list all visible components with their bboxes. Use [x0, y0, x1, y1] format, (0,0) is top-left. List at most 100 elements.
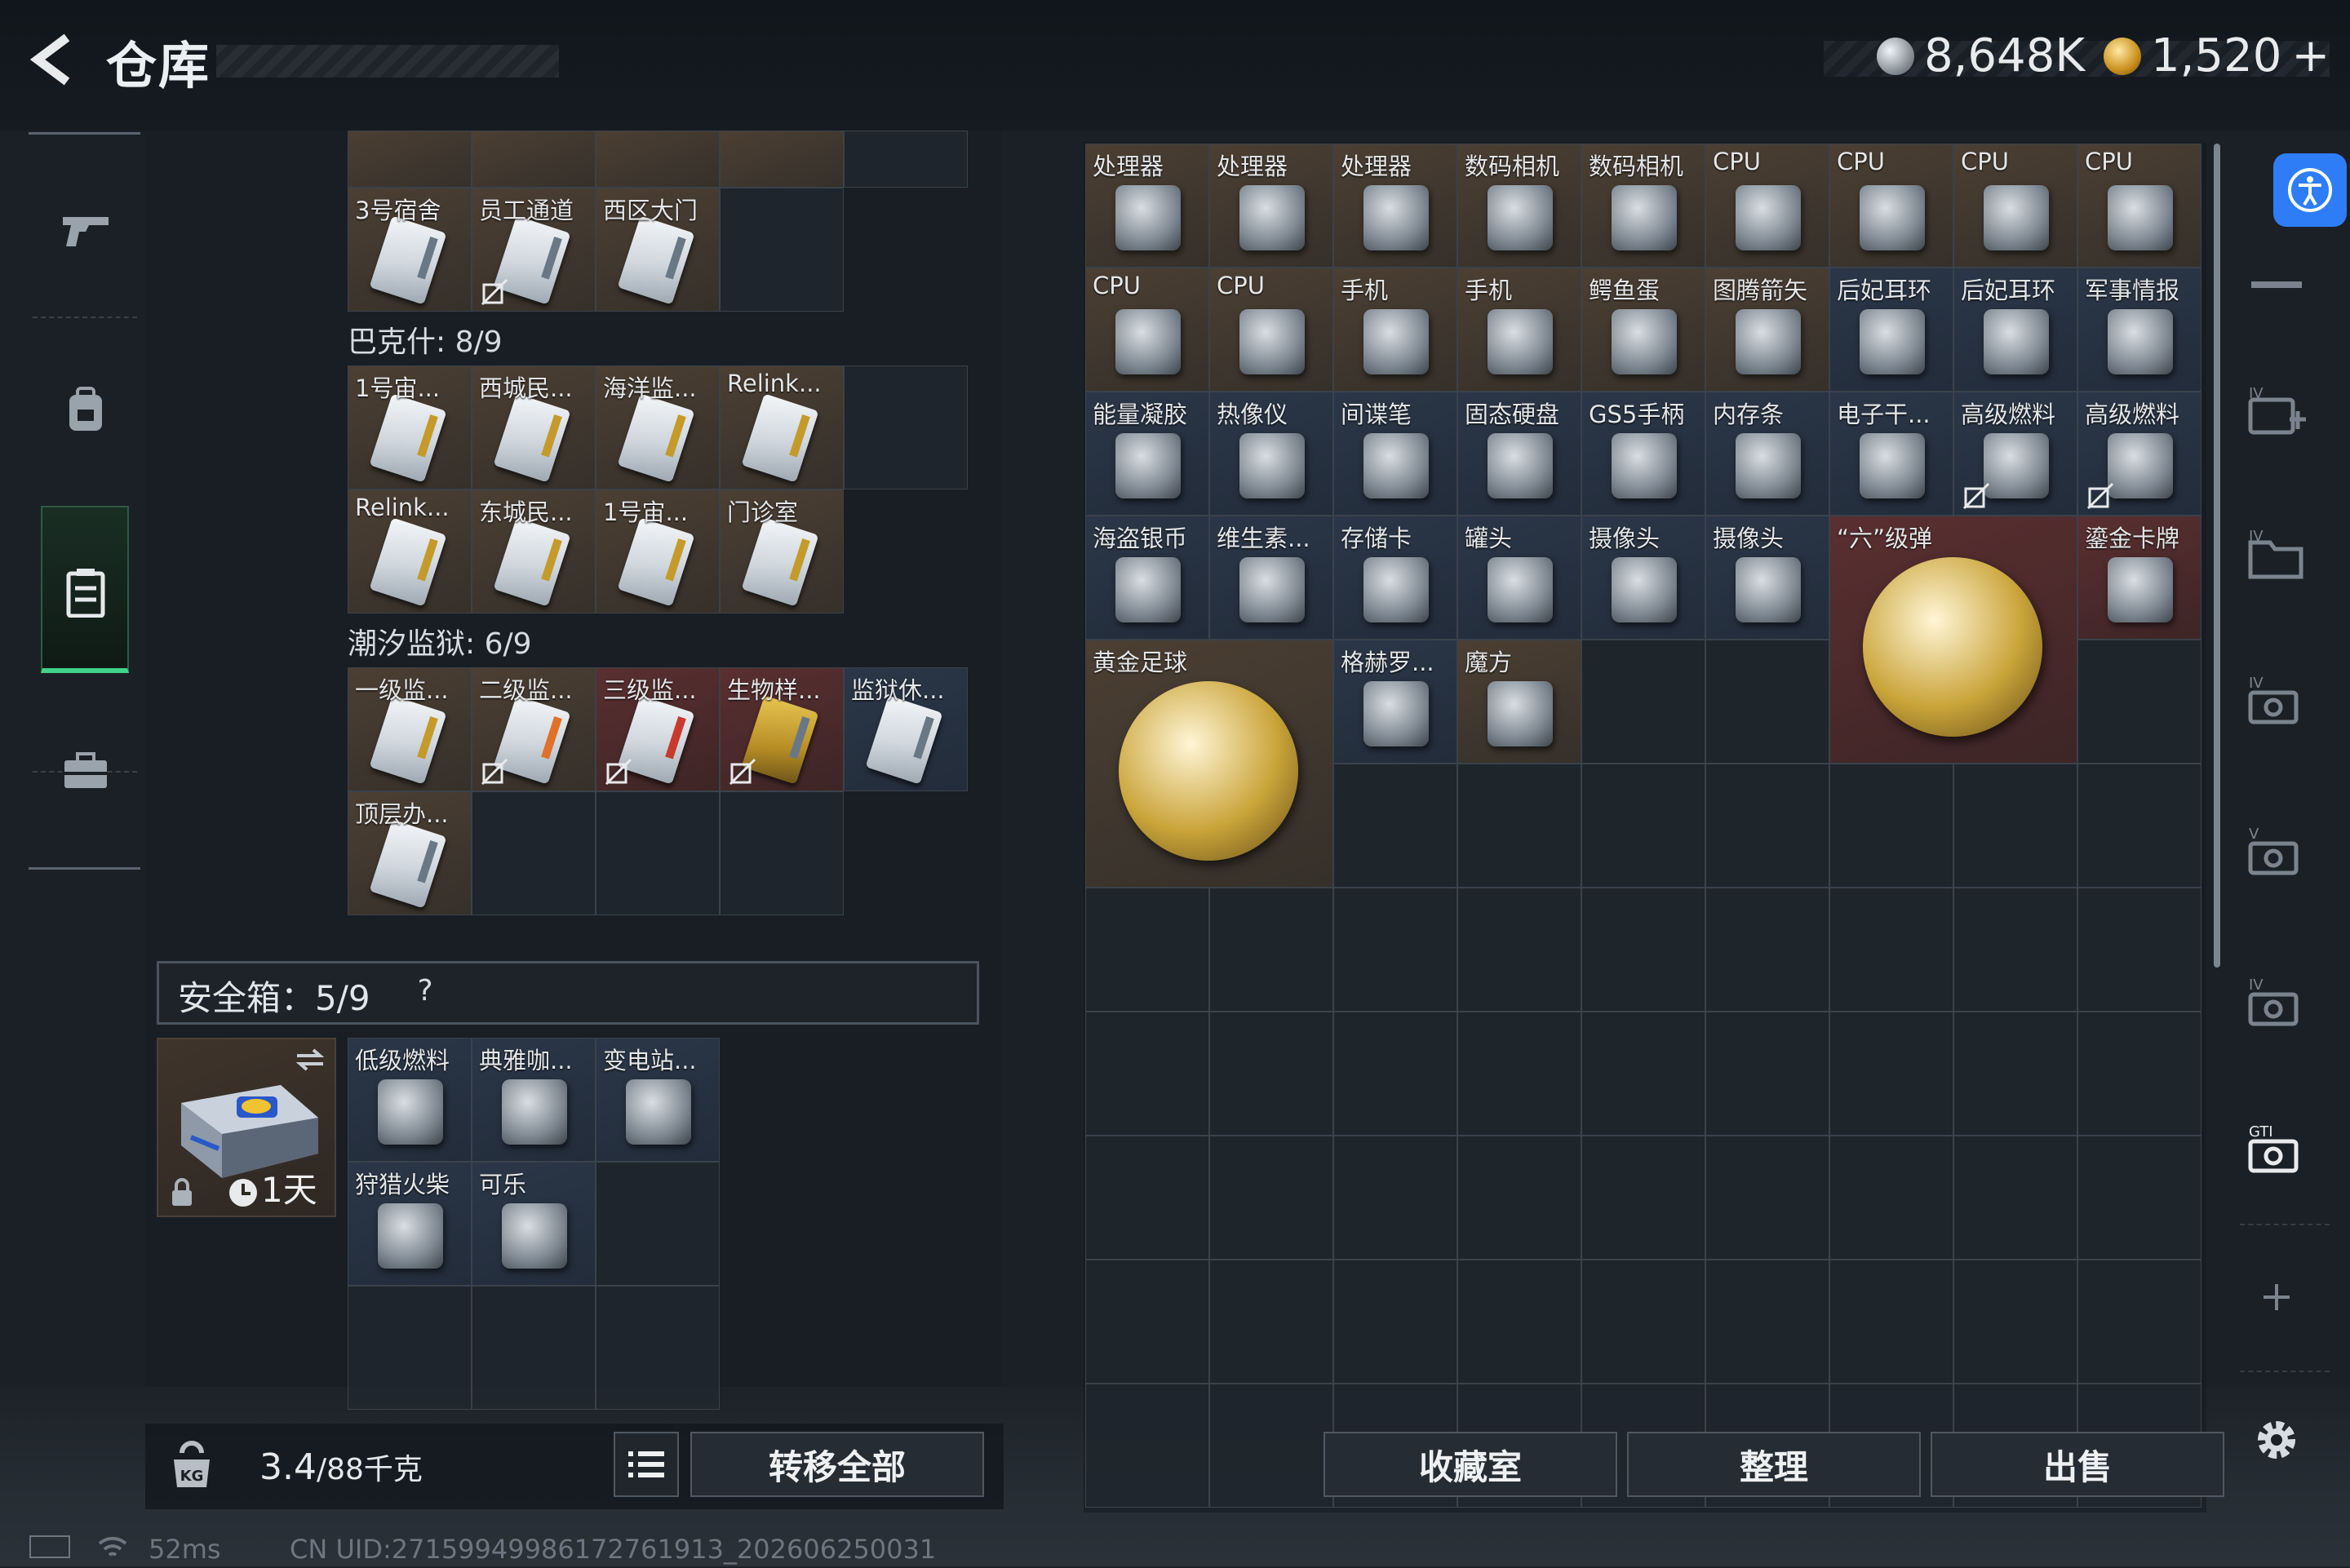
empty-slot[interactable]	[1581, 1012, 1705, 1136]
inventory-item[interactable]: 处理器	[1085, 144, 1209, 268]
inventory-item[interactable]: 海洋监...	[596, 365, 720, 489]
empty-slot[interactable]	[1085, 1260, 1209, 1384]
accessibility-button[interactable]	[2273, 153, 2347, 227]
empty-slot[interactable]	[1457, 764, 1581, 888]
inventory-item[interactable]: 员工通道	[472, 188, 596, 312]
inventory-item[interactable]: 西城民...	[472, 365, 596, 489]
inventory-item[interactable]: CPU	[1953, 144, 2077, 268]
empty-slot[interactable]	[348, 1286, 472, 1410]
empty-slot[interactable]	[1581, 764, 1705, 888]
inventory-item[interactable]: Relink...	[720, 365, 844, 489]
gold-currency[interactable]: 1,520 +	[2104, 29, 2330, 82]
empty-slot[interactable]	[1333, 888, 1457, 1012]
inventory-item[interactable]: 鎏金卡牌	[2077, 516, 2201, 640]
inventory-item[interactable]: GS5手柄	[1581, 392, 1705, 516]
inventory-item[interactable]: 鳄鱼蛋	[1581, 268, 1705, 392]
empty-slot[interactable]	[1209, 1384, 1333, 1508]
empty-slot[interactable]	[1829, 888, 1953, 1012]
empty-slot[interactable]	[596, 1162, 720, 1286]
empty-slot[interactable]	[1457, 888, 1581, 1012]
inventory-item[interactable]: 变电站...	[596, 1038, 720, 1162]
inventory-item[interactable]: 顶层办...	[348, 791, 472, 915]
stash-tab-7[interactable]: GTI	[2236, 1110, 2317, 1191]
inventory-item[interactable]: 二级监...	[472, 667, 596, 791]
inventory-item[interactable]: “六”级弹	[1829, 516, 2077, 764]
collection-room-button[interactable]: 收藏室	[1324, 1432, 1617, 1497]
inventory-item[interactable]: 维生素...	[1209, 516, 1333, 640]
nav-backpack[interactable]	[45, 369, 126, 450]
empty-slot[interactable]	[2077, 888, 2201, 1012]
inventory-item[interactable]: CPU	[1085, 268, 1209, 392]
empty-slot[interactable]	[1457, 1260, 1581, 1384]
empty-slot[interactable]	[720, 188, 844, 312]
empty-slot[interactable]	[1829, 1012, 1953, 1136]
stash-tab-6[interactable]: IV	[2236, 963, 2317, 1044]
back-button[interactable]	[24, 31, 82, 88]
empty-slot[interactable]	[1953, 1260, 2077, 1384]
empty-slot[interactable]	[1705, 1260, 1829, 1384]
stash-tab-2[interactable]: IV	[2236, 371, 2317, 453]
empty-slot[interactable]	[1953, 1136, 2077, 1260]
empty-slot[interactable]	[1209, 1012, 1333, 1136]
settings-button[interactable]	[2236, 1399, 2317, 1481]
inventory-item[interactable]	[720, 131, 844, 188]
stash-tab-4[interactable]: IV	[2236, 661, 2317, 742]
empty-slot[interactable]	[472, 791, 596, 915]
empty-slot[interactable]	[1209, 1136, 1333, 1260]
empty-slot[interactable]	[2077, 1136, 2201, 1260]
inventory-item[interactable]: 手机	[1457, 268, 1581, 392]
empty-slot[interactable]	[596, 1286, 720, 1410]
empty-slot[interactable]	[1829, 1260, 1953, 1384]
empty-slot[interactable]	[1333, 1012, 1457, 1136]
empty-slot[interactable]	[1829, 764, 1953, 888]
empty-slot[interactable]	[1581, 888, 1705, 1012]
inventory-item[interactable]: 东城民...	[472, 489, 596, 613]
add-gold-button[interactable]: +	[2291, 29, 2330, 82]
transfer-all-button[interactable]: 转移全部	[690, 1432, 984, 1497]
inventory-item[interactable]: 高级燃料	[1953, 392, 2077, 516]
empty-slot[interactable]	[1333, 764, 1457, 888]
sort-button[interactable]: 整理	[1627, 1432, 1921, 1497]
inventory-item[interactable]: CPU	[1829, 144, 1953, 268]
inventory-item[interactable]: 3号宿舍	[348, 188, 472, 312]
inventory-item[interactable]: 固态硬盘	[1457, 392, 1581, 516]
empty-slot[interactable]	[596, 791, 720, 915]
inventory-item[interactable]: 后妃耳环	[1953, 268, 2077, 392]
inventory-item[interactable]: 能量凝胶	[1085, 392, 1209, 516]
stash-tab-5[interactable]: V	[2236, 812, 2317, 893]
inventory-item[interactable]: 手机	[1333, 268, 1457, 392]
inventory-item[interactable]: 生物样...	[720, 667, 844, 791]
empty-slot[interactable]	[2077, 1012, 2201, 1136]
inventory-item[interactable]: 一级监...	[348, 667, 472, 791]
empty-slot[interactable]	[1333, 1260, 1457, 1384]
inventory-item[interactable]: CPU	[1209, 268, 1333, 392]
empty-slot[interactable]	[720, 791, 844, 915]
empty-slot[interactable]	[844, 365, 968, 489]
inventory-item[interactable]: 存储卡	[1333, 516, 1457, 640]
inventory-item[interactable]: 内存条	[1705, 392, 1829, 516]
inventory-item[interactable]: 处理器	[1333, 144, 1457, 268]
inventory-item[interactable]: 图腾箭矢	[1705, 268, 1829, 392]
empty-slot[interactable]	[1581, 1260, 1705, 1384]
list-view-button[interactable]	[614, 1432, 679, 1497]
empty-slot[interactable]	[1457, 1136, 1581, 1260]
inventory-item[interactable]: 三级监...	[596, 667, 720, 791]
inventory-item[interactable]: 间谍笔	[1333, 392, 1457, 516]
empty-slot[interactable]	[1333, 1136, 1457, 1260]
safebox-slot[interactable]: 1天	[157, 1038, 336, 1217]
empty-slot[interactable]	[1953, 764, 2077, 888]
inventory-item[interactable]: 处理器	[1209, 144, 1333, 268]
inventory-item[interactable]	[844, 131, 968, 188]
empty-slot[interactable]	[1581, 640, 1705, 764]
empty-slot[interactable]	[2077, 764, 2201, 888]
empty-slot[interactable]	[1953, 888, 2077, 1012]
sell-button[interactable]: 出售	[1931, 1432, 2224, 1497]
empty-slot[interactable]	[1209, 1260, 1333, 1384]
nav-weapons[interactable]	[45, 190, 126, 272]
empty-slot[interactable]	[1085, 1012, 1209, 1136]
empty-slot[interactable]	[1085, 888, 1209, 1012]
nav-toolbox[interactable]	[45, 730, 126, 812]
empty-slot[interactable]	[1705, 764, 1829, 888]
inventory-item[interactable]	[472, 131, 596, 188]
inventory-item[interactable]: 可乐	[472, 1162, 596, 1286]
